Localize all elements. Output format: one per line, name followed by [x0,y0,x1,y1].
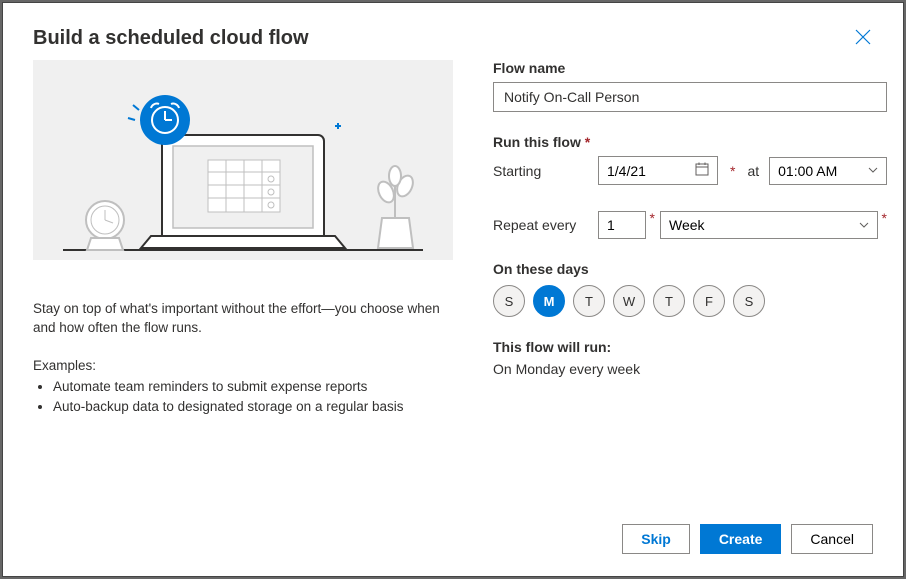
start-time-value: 01:00 AM [778,163,837,179]
start-date-value: 1/4/21 [607,163,646,179]
example-item: Auto-backup data to designated storage o… [53,397,453,417]
day-chip-3[interactable]: W [613,285,645,317]
schedule-illustration [33,60,453,260]
run-this-flow-section: Run this flow Starting 1/4/21 * at 01:00… [493,134,887,239]
flow-name-section: Flow name [493,60,887,112]
repeat-every-label: Repeat every [493,217,588,233]
close-icon [855,29,871,45]
days-row: SMTWTFS [493,285,887,317]
skip-button[interactable]: Skip [622,524,690,554]
flow-name-label: Flow name [493,60,887,76]
on-these-days-label: On these days [493,261,887,277]
days-section: On these days SMTWTFS [493,261,887,317]
day-chip-2[interactable]: T [573,285,605,317]
repeat-row: Repeat every 1 Week [493,211,887,239]
close-button[interactable] [853,27,873,47]
summary-section: This flow will run: On Monday every week [493,339,887,377]
dialog-body: Stay on top of what's important without … [3,60,903,504]
create-button[interactable]: Create [700,524,782,554]
at-label: at [747,163,759,179]
dialog-title: Build a scheduled cloud flow [33,27,309,50]
chevron-down-icon [859,220,869,231]
examples-list: Automate team reminders to submit expens… [33,377,453,418]
scheduled-flow-dialog: Build a scheduled cloud flow [2,2,904,577]
required-asterisk: * [730,163,735,179]
summary-text: On Monday every week [493,361,887,377]
repeat-unit-select[interactable]: Week [660,211,878,239]
examples-label: Examples: [33,358,453,373]
dialog-footer: Skip Create Cancel [3,504,903,576]
flow-name-input[interactable] [493,82,887,112]
repeat-count-value: 1 [607,217,615,233]
run-this-flow-label: Run this flow [493,134,887,150]
summary-label: This flow will run: [493,339,887,355]
starting-label: Starting [493,163,588,179]
dialog-header: Build a scheduled cloud flow [3,3,903,60]
day-chip-1[interactable]: M [533,285,565,317]
day-chip-5[interactable]: F [693,285,725,317]
left-column: Stay on top of what's important without … [33,60,453,504]
description-text: Stay on top of what's important without … [33,300,453,338]
day-chip-0[interactable]: S [493,285,525,317]
repeat-count-input[interactable]: 1 [598,211,646,239]
example-item: Automate team reminders to submit expens… [53,377,453,397]
chevron-down-icon [868,165,878,176]
cancel-button[interactable]: Cancel [791,524,873,554]
start-time-select[interactable]: 01:00 AM [769,157,887,185]
day-chip-4[interactable]: T [653,285,685,317]
day-chip-6[interactable]: S [733,285,765,317]
starting-row: Starting 1/4/21 * at 01:00 AM [493,156,887,185]
right-column: Flow name Run this flow Starting 1/4/21 … [493,60,887,504]
repeat-unit-value: Week [669,217,705,233]
start-date-input[interactable]: 1/4/21 [598,156,718,185]
calendar-icon [695,162,709,179]
